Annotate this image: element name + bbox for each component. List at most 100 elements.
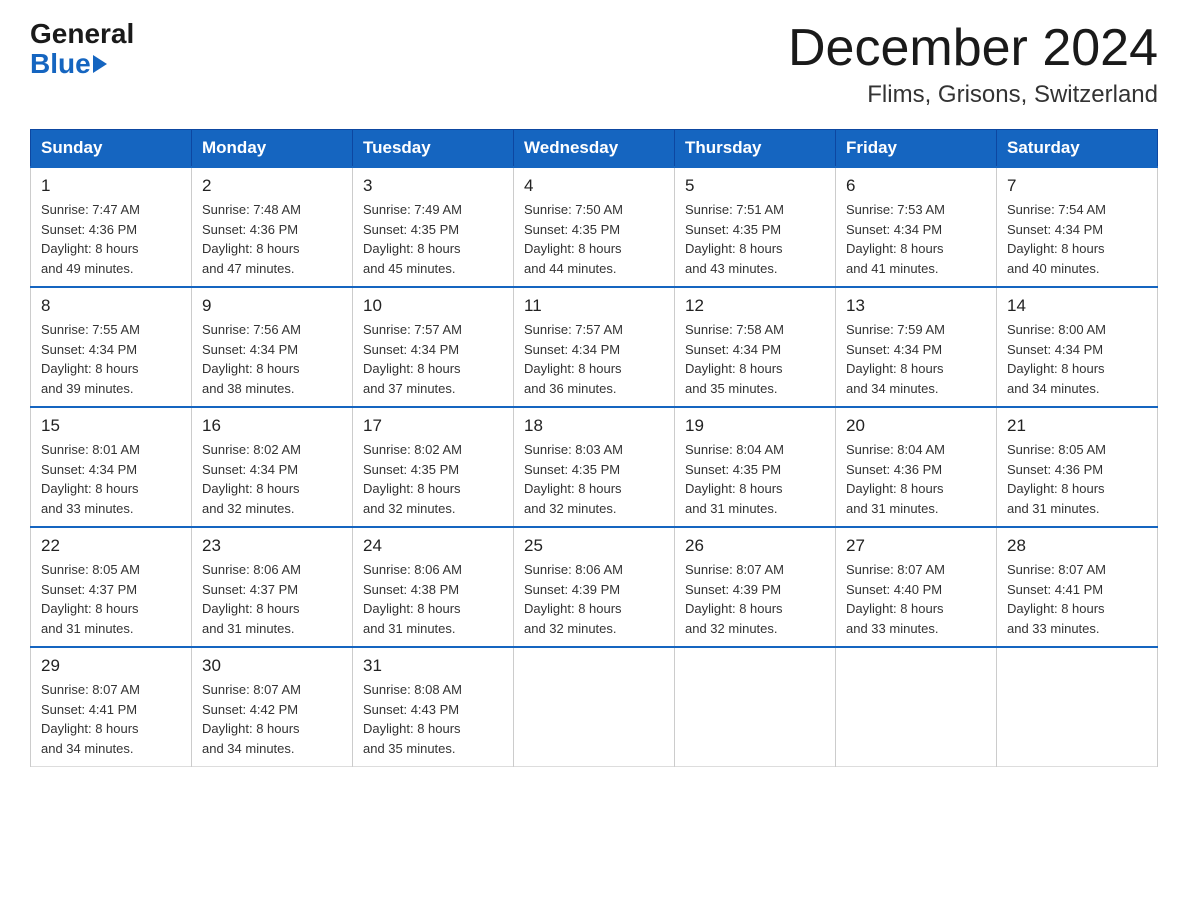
logo: General Blue [30, 20, 134, 80]
day-number: 26 [685, 536, 825, 556]
weekday-header-row: SundayMondayTuesdayWednesdayThursdayFrid… [31, 130, 1158, 168]
logo-triangle-icon [93, 55, 107, 73]
day-cell-10: 10 Sunrise: 7:57 AM Sunset: 4:34 PM Dayl… [353, 287, 514, 407]
weekday-header-tuesday: Tuesday [353, 130, 514, 168]
logo-blue-text: Blue [30, 48, 91, 80]
day-cell-8: 8 Sunrise: 7:55 AM Sunset: 4:34 PM Dayli… [31, 287, 192, 407]
day-cell-11: 11 Sunrise: 7:57 AM Sunset: 4:34 PM Dayl… [514, 287, 675, 407]
weekday-header-sunday: Sunday [31, 130, 192, 168]
day-cell-25: 25 Sunrise: 8:06 AM Sunset: 4:39 PM Dayl… [514, 527, 675, 647]
page-header: General Blue December 2024 Flims, Grison… [30, 20, 1158, 109]
weekday-header-saturday: Saturday [997, 130, 1158, 168]
day-info: Sunrise: 8:01 AM Sunset: 4:34 PM Dayligh… [41, 440, 181, 518]
day-cell-5: 5 Sunrise: 7:51 AM Sunset: 4:35 PM Dayli… [675, 167, 836, 287]
day-number: 30 [202, 656, 342, 676]
day-info: Sunrise: 8:06 AM Sunset: 4:39 PM Dayligh… [524, 560, 664, 638]
empty-cell [514, 647, 675, 767]
empty-cell [997, 647, 1158, 767]
day-cell-2: 2 Sunrise: 7:48 AM Sunset: 4:36 PM Dayli… [192, 167, 353, 287]
location-title: Flims, Grisons, Switzerland [788, 81, 1158, 109]
empty-cell [675, 647, 836, 767]
week-row-3: 15 Sunrise: 8:01 AM Sunset: 4:34 PM Dayl… [31, 407, 1158, 527]
day-info: Sunrise: 7:54 AM Sunset: 4:34 PM Dayligh… [1007, 200, 1147, 278]
day-number: 23 [202, 536, 342, 556]
day-number: 8 [41, 296, 181, 316]
day-cell-20: 20 Sunrise: 8:04 AM Sunset: 4:36 PM Dayl… [836, 407, 997, 527]
day-number: 1 [41, 176, 181, 196]
weekday-header-friday: Friday [836, 130, 997, 168]
day-info: Sunrise: 7:49 AM Sunset: 4:35 PM Dayligh… [363, 200, 503, 278]
day-info: Sunrise: 7:55 AM Sunset: 4:34 PM Dayligh… [41, 320, 181, 398]
month-title: December 2024 [788, 20, 1158, 77]
day-number: 7 [1007, 176, 1147, 196]
day-cell-21: 21 Sunrise: 8:05 AM Sunset: 4:36 PM Dayl… [997, 407, 1158, 527]
day-info: Sunrise: 8:06 AM Sunset: 4:38 PM Dayligh… [363, 560, 503, 638]
day-info: Sunrise: 7:57 AM Sunset: 4:34 PM Dayligh… [524, 320, 664, 398]
week-row-5: 29 Sunrise: 8:07 AM Sunset: 4:41 PM Dayl… [31, 647, 1158, 767]
day-info: Sunrise: 8:07 AM Sunset: 4:39 PM Dayligh… [685, 560, 825, 638]
day-cell-16: 16 Sunrise: 8:02 AM Sunset: 4:34 PM Dayl… [192, 407, 353, 527]
day-info: Sunrise: 8:07 AM Sunset: 4:40 PM Dayligh… [846, 560, 986, 638]
day-info: Sunrise: 8:04 AM Sunset: 4:35 PM Dayligh… [685, 440, 825, 518]
day-cell-27: 27 Sunrise: 8:07 AM Sunset: 4:40 PM Dayl… [836, 527, 997, 647]
day-number: 17 [363, 416, 503, 436]
day-number: 28 [1007, 536, 1147, 556]
day-number: 27 [846, 536, 986, 556]
day-number: 5 [685, 176, 825, 196]
day-info: Sunrise: 7:59 AM Sunset: 4:34 PM Dayligh… [846, 320, 986, 398]
day-info: Sunrise: 8:00 AM Sunset: 4:34 PM Dayligh… [1007, 320, 1147, 398]
day-cell-14: 14 Sunrise: 8:00 AM Sunset: 4:34 PM Dayl… [997, 287, 1158, 407]
day-info: Sunrise: 8:05 AM Sunset: 4:36 PM Dayligh… [1007, 440, 1147, 518]
day-number: 11 [524, 296, 664, 316]
day-cell-3: 3 Sunrise: 7:49 AM Sunset: 4:35 PM Dayli… [353, 167, 514, 287]
day-number: 29 [41, 656, 181, 676]
day-number: 12 [685, 296, 825, 316]
day-info: Sunrise: 8:02 AM Sunset: 4:34 PM Dayligh… [202, 440, 342, 518]
day-cell-13: 13 Sunrise: 7:59 AM Sunset: 4:34 PM Dayl… [836, 287, 997, 407]
day-info: Sunrise: 7:48 AM Sunset: 4:36 PM Dayligh… [202, 200, 342, 278]
day-info: Sunrise: 8:05 AM Sunset: 4:37 PM Dayligh… [41, 560, 181, 638]
day-number: 18 [524, 416, 664, 436]
day-cell-12: 12 Sunrise: 7:58 AM Sunset: 4:34 PM Dayl… [675, 287, 836, 407]
day-number: 15 [41, 416, 181, 436]
week-row-1: 1 Sunrise: 7:47 AM Sunset: 4:36 PM Dayli… [31, 167, 1158, 287]
day-cell-9: 9 Sunrise: 7:56 AM Sunset: 4:34 PM Dayli… [192, 287, 353, 407]
day-number: 22 [41, 536, 181, 556]
day-cell-18: 18 Sunrise: 8:03 AM Sunset: 4:35 PM Dayl… [514, 407, 675, 527]
day-info: Sunrise: 7:56 AM Sunset: 4:34 PM Dayligh… [202, 320, 342, 398]
day-cell-23: 23 Sunrise: 8:06 AM Sunset: 4:37 PM Dayl… [192, 527, 353, 647]
day-number: 14 [1007, 296, 1147, 316]
day-info: Sunrise: 7:58 AM Sunset: 4:34 PM Dayligh… [685, 320, 825, 398]
weekday-header-wednesday: Wednesday [514, 130, 675, 168]
day-cell-19: 19 Sunrise: 8:04 AM Sunset: 4:35 PM Dayl… [675, 407, 836, 527]
title-block: December 2024 Flims, Grisons, Switzerlan… [788, 20, 1158, 109]
day-cell-7: 7 Sunrise: 7:54 AM Sunset: 4:34 PM Dayli… [997, 167, 1158, 287]
day-number: 9 [202, 296, 342, 316]
day-number: 19 [685, 416, 825, 436]
day-cell-30: 30 Sunrise: 8:07 AM Sunset: 4:42 PM Dayl… [192, 647, 353, 767]
day-info: Sunrise: 8:08 AM Sunset: 4:43 PM Dayligh… [363, 680, 503, 758]
day-number: 21 [1007, 416, 1147, 436]
weekday-header-thursday: Thursday [675, 130, 836, 168]
day-number: 20 [846, 416, 986, 436]
day-cell-28: 28 Sunrise: 8:07 AM Sunset: 4:41 PM Dayl… [997, 527, 1158, 647]
day-info: Sunrise: 7:50 AM Sunset: 4:35 PM Dayligh… [524, 200, 664, 278]
day-number: 25 [524, 536, 664, 556]
weekday-header-monday: Monday [192, 130, 353, 168]
day-cell-4: 4 Sunrise: 7:50 AM Sunset: 4:35 PM Dayli… [514, 167, 675, 287]
day-info: Sunrise: 7:53 AM Sunset: 4:34 PM Dayligh… [846, 200, 986, 278]
day-number: 10 [363, 296, 503, 316]
day-cell-26: 26 Sunrise: 8:07 AM Sunset: 4:39 PM Dayl… [675, 527, 836, 647]
day-number: 2 [202, 176, 342, 196]
day-cell-31: 31 Sunrise: 8:08 AM Sunset: 4:43 PM Dayl… [353, 647, 514, 767]
day-info: Sunrise: 8:03 AM Sunset: 4:35 PM Dayligh… [524, 440, 664, 518]
day-number: 16 [202, 416, 342, 436]
day-number: 4 [524, 176, 664, 196]
day-info: Sunrise: 7:51 AM Sunset: 4:35 PM Dayligh… [685, 200, 825, 278]
empty-cell [836, 647, 997, 767]
day-cell-17: 17 Sunrise: 8:02 AM Sunset: 4:35 PM Dayl… [353, 407, 514, 527]
day-cell-29: 29 Sunrise: 8:07 AM Sunset: 4:41 PM Dayl… [31, 647, 192, 767]
day-cell-6: 6 Sunrise: 7:53 AM Sunset: 4:34 PM Dayli… [836, 167, 997, 287]
day-info: Sunrise: 8:04 AM Sunset: 4:36 PM Dayligh… [846, 440, 986, 518]
day-number: 31 [363, 656, 503, 676]
